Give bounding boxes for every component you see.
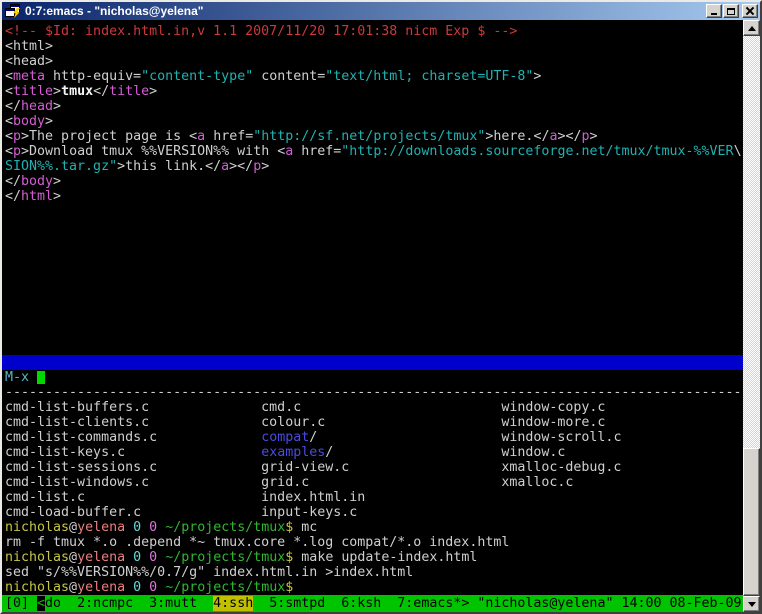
shell-line: nicholas@yelena 0 0 ~/projects/tmux$ mak… — [2, 550, 743, 565]
shell-line: cmd-list-clients.c colour.c window-more.… — [2, 415, 743, 430]
shell-line: nicholas@yelena 0 0 ~/projects/tmux$ mc — [2, 520, 743, 535]
close-button[interactable] — [742, 4, 758, 18]
arrow-up-icon — [748, 26, 756, 31]
status-segment: < — [37, 596, 45, 611]
status-segment: 4:ssh — [213, 596, 253, 611]
emacs-buffer-line: <p>The project page is <a href="http://s… — [2, 129, 743, 144]
emacs-buffer-line: <title>tmux</title> — [2, 84, 743, 99]
shell-line: cmd-list-keys.c examples/ window.c — [2, 445, 743, 460]
text-cursor — [37, 371, 45, 384]
shell-line: cmd-list-sessions.c grid-view.c xmalloc-… — [2, 460, 743, 475]
emacs-buffer-line: <head> — [2, 54, 743, 69]
close-icon — [746, 7, 754, 15]
scrollbar[interactable] — [743, 20, 760, 612]
shell-line: cmd-list.c index.html.in — [2, 490, 743, 505]
minimize-icon — [711, 13, 717, 15]
status-segment: do 2:ncmpc 3:mutt — [45, 596, 213, 611]
minimize-button[interactable] — [706, 4, 722, 18]
emacs-buffer-line: SION%%.tar.gz">this link.</a></p> — [2, 159, 743, 174]
shell-line: sed "s/%%VERSION%%/0.7/g" index.html.in … — [2, 565, 743, 580]
window-title: 0:7:emacs - "nicholas@yelena" — [25, 2, 705, 20]
emacs-buffer-empty-area — [2, 204, 743, 355]
emacs-buffer-line: </body> — [2, 174, 743, 189]
emacs-buffer-line: </head> — [2, 99, 743, 114]
minibuffer-prompt: M-x — [5, 370, 37, 385]
tmux-status-bar: [0] <do 2:ncmpc 3:mutt 4:ssh 5:smtpd 6:k… — [2, 595, 743, 612]
emacs-buffer-line: <!-- $Id: index.html.in,v 1.1 2007/11/20… — [2, 24, 743, 39]
titlebar-buttons — [705, 4, 758, 18]
titlebar[interactable]: 0:7:emacs - "nicholas@yelena" — [2, 2, 760, 20]
putty-icon-front-window — [5, 8, 15, 17]
scroll-up-button[interactable] — [743, 20, 760, 36]
terminal-screen[interactable]: <!-- $Id: index.html.in,v 1.1 2007/11/20… — [2, 20, 743, 612]
scrollbar-track[interactable] — [743, 36, 760, 596]
emacs-buffer-line: </html> — [2, 189, 743, 204]
emacs-buffer-line: <html> — [2, 39, 743, 54]
shell-line: cmd-list-buffers.c cmd.c window-copy.c — [2, 400, 743, 415]
shell-line: cmd-list-windows.c grid.c xmalloc.c — [2, 475, 743, 490]
maximize-icon — [727, 8, 735, 15]
scrollbar-thumb[interactable] — [743, 448, 760, 596]
shell-line: nicholas@yelena 0 0 ~/projects/tmux$ — [2, 580, 743, 595]
emacs-minibuffer[interactable]: M-x — [2, 370, 743, 385]
emacs-buffer: <!-- $Id: index.html.in,v 1.1 2007/11/20… — [2, 24, 743, 204]
shell-line: rm -f tmux *.o .depend *~ tmux.core *.lo… — [2, 535, 743, 550]
putty-window: 0:7:emacs - "nicholas@yelena" <!-- $Id: … — [0, 0, 762, 614]
tmux-pane-separator: ----------------------------------------… — [2, 385, 743, 400]
scroll-down-button[interactable] — [743, 596, 760, 612]
emacs-modeline: ----:---F1 index.html.in All (2,6) CVS-1… — [2, 355, 743, 370]
putty-app-icon[interactable] — [5, 4, 21, 18]
emacs-buffer-line: <body> — [2, 114, 743, 129]
status-segment: [0] — [5, 596, 37, 611]
window-content: <!-- $Id: index.html.in,v 1.1 2007/11/20… — [2, 20, 760, 612]
shell-line: cmd-load-buffer.c input-keys.c — [2, 505, 743, 520]
arrow-down-icon — [748, 602, 756, 607]
emacs-buffer-line: <meta http-equiv="content-type" content=… — [2, 69, 743, 84]
emacs-buffer-line: <p>Download tmux %%VERSION%% with <a hre… — [2, 144, 743, 159]
shell-line: cmd-list-commands.c compat/ window-scrol… — [2, 430, 743, 445]
maximize-button[interactable] — [723, 4, 739, 18]
status-segment: 5:smtpd 6:ksh 7:emacs*> — [253, 596, 477, 611]
status-segment: "nicholas@yelena" 14:00 08-Feb-09 — [477, 596, 741, 611]
shell-pane: cmd-list-buffers.c cmd.c window-copy.ccm… — [2, 400, 743, 595]
